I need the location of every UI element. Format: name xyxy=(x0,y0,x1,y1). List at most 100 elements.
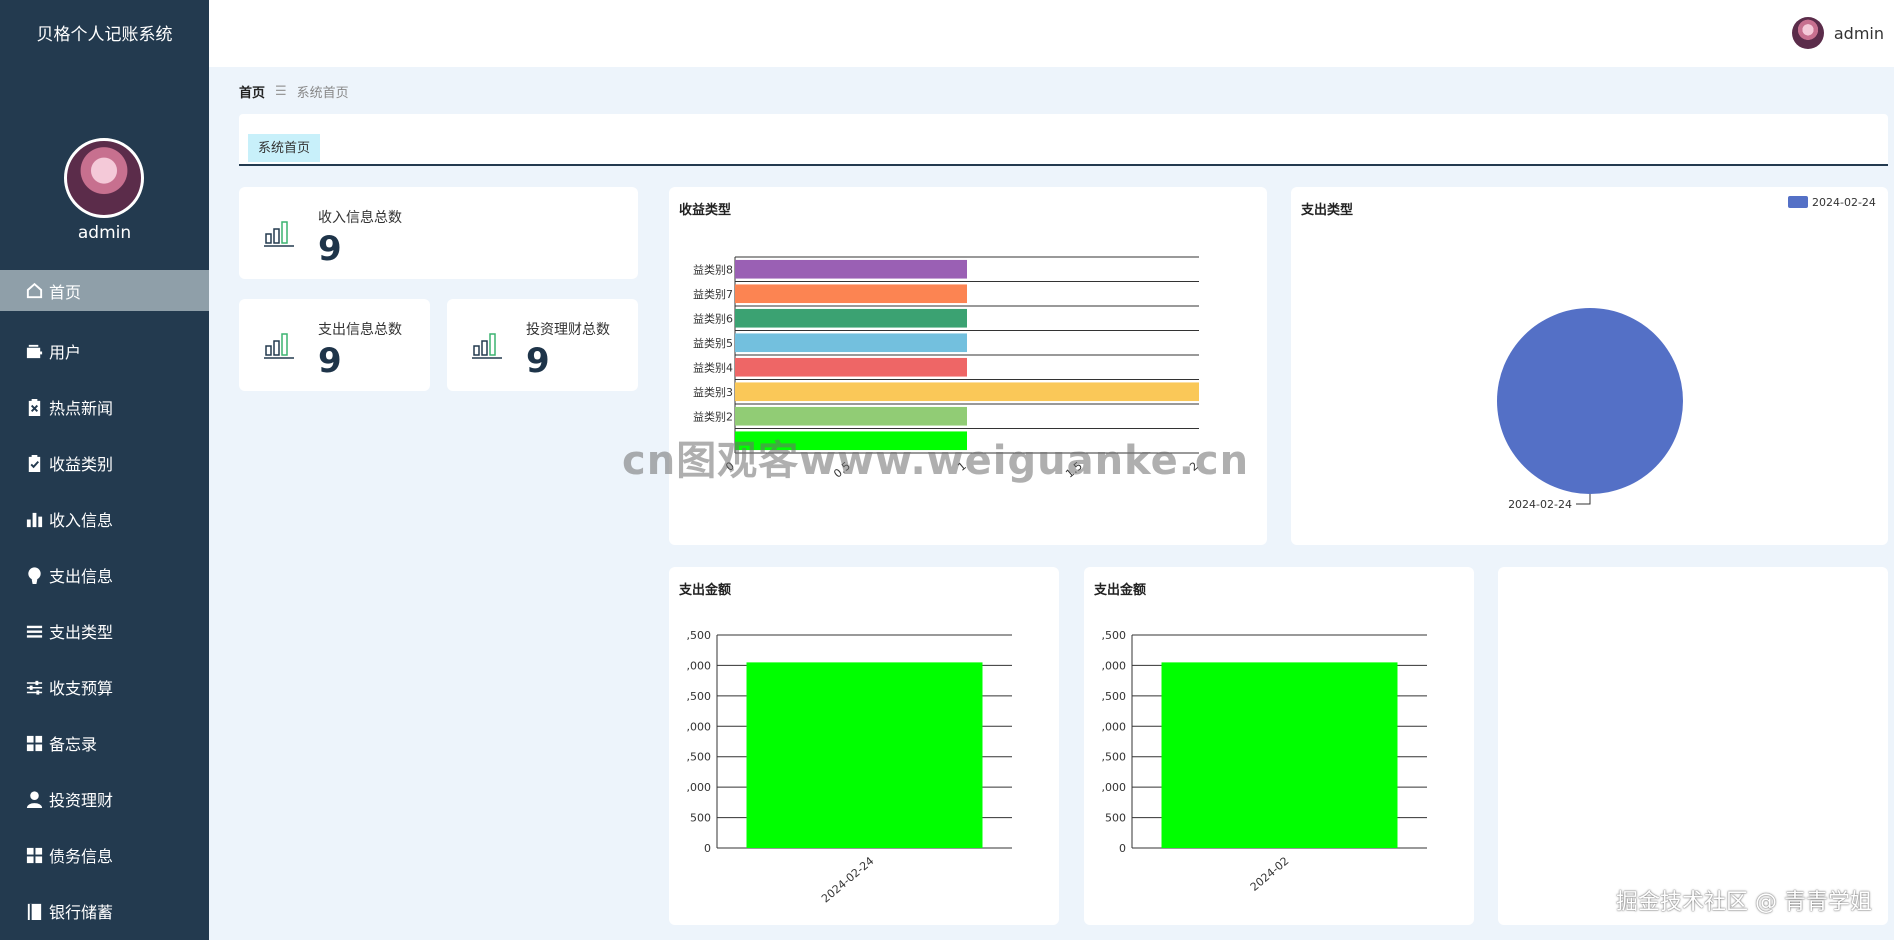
chart-card-expense-type: 支出类型 2024-02-24 2024-02-24 xyxy=(1291,187,1888,545)
sidebar-item-home[interactable]: 首页 xyxy=(0,270,209,311)
sidebar-item-label: 支出类型 xyxy=(49,623,114,642)
tick-label: 500 xyxy=(1105,812,1126,825)
stats-icon xyxy=(264,221,294,247)
sidebar-item-income-category[interactable]: 收益类别 xyxy=(0,435,209,491)
tick-label: 益类别3 xyxy=(693,385,733,399)
chart-card-expense-amount-1: 支出金额 ,500,000,500,000,500,000 500 0 2024-02… xyxy=(669,567,1059,925)
expense-amount-chart: ,500 ,000 ,500 ,000 ,500 ,000 500 0 2024-02-24 xyxy=(687,629,1012,905)
tick-label: 益类别5 xyxy=(693,336,733,350)
tick-label: 500 xyxy=(690,812,711,825)
list-icon xyxy=(24,621,44,641)
wallet-icon xyxy=(24,341,44,361)
sidebar-avatar xyxy=(64,138,144,218)
stats-icon xyxy=(472,333,502,359)
chart-card-expense-amount-2: 支出金额 ,500,000,500,000,500,000 500 0 2024-02 xyxy=(1084,567,1474,925)
legend-label: 2024-02-24 xyxy=(1812,196,1876,209)
tick-label: 益类别7 xyxy=(693,287,733,301)
grid-icon xyxy=(24,845,44,865)
sidebar-item-investment[interactable]: 投资理财 xyxy=(0,771,209,827)
bar xyxy=(735,382,1199,402)
app-title: 贝格个人记账系统 xyxy=(36,25,173,45)
lightbulb-icon xyxy=(24,565,44,585)
sidebar-item-label: 银行储蓄 xyxy=(49,903,114,922)
stat-label: 投资理财总数 xyxy=(526,322,610,338)
sidebar-item-label: 投资理财 xyxy=(49,791,114,810)
breadcrumb: 首页 ☰ 系统首页 xyxy=(239,82,349,101)
stat-value: 9 xyxy=(318,341,342,381)
tick-label: 2024-02 xyxy=(1248,854,1292,894)
juejin-watermark: 掘金技术社区 @ 青青学姐 xyxy=(1616,890,1872,915)
tick-label: 0 xyxy=(1119,842,1126,855)
breadcrumb-current: 系统首页 xyxy=(296,86,349,101)
tick-label: 益类别4 xyxy=(693,360,733,374)
expense-type-chart: 2024-02-24 2024-02-24 xyxy=(1497,196,1876,511)
sidebar-item-label: 收支预算 xyxy=(49,679,114,698)
header-username: admin xyxy=(1833,23,1884,43)
expense-amount-chart: ,500 ,000 ,500 ,000 ,500 ,000 500 0 2024-02 xyxy=(1102,629,1427,894)
sidebar-item-income-info[interactable]: 收入信息 xyxy=(0,491,209,547)
tick-label: ,000 xyxy=(687,720,712,733)
bar xyxy=(735,357,967,377)
sidebar-item-user[interactable]: 用户 xyxy=(0,323,209,379)
tick-label: 益类别8 xyxy=(693,262,733,276)
stats-icon xyxy=(264,333,294,359)
tick-label: 益类别2 xyxy=(693,409,733,423)
sidebar-item-budget[interactable]: 收支预算 xyxy=(0,659,209,715)
top-bar: admin xyxy=(209,0,1894,67)
bar xyxy=(746,662,983,848)
stat-label: 收入信息总数 xyxy=(318,210,402,226)
tick-label: ,000 xyxy=(1102,659,1127,672)
user-icon xyxy=(24,789,44,809)
bar-chart-icon xyxy=(24,509,44,529)
stat-value: 9 xyxy=(526,341,550,381)
sidebar-item-label: 收入信息 xyxy=(49,511,114,530)
sidebar-item-debt[interactable]: 债务信息 xyxy=(0,827,209,883)
sidebar-username: admin xyxy=(77,223,132,243)
home-icon xyxy=(24,281,44,301)
clipboard-x-icon xyxy=(24,397,44,417)
sidebar-item-label: 支出信息 xyxy=(49,567,114,586)
sidebar-menu: 首页 用户 热点新闻 收益类别 收入信息 支出信息 支出类型 收支预算 备忘录 … xyxy=(0,270,209,939)
bar xyxy=(735,333,967,353)
tick-label: ,500 xyxy=(687,690,712,703)
tick-label: ,500 xyxy=(1102,690,1127,703)
chart-card-income-type: 收益类型 益类别2 益类别3 益类别4 益类别5 益类别6 益类别7 益类别8 0 0.5 1 1.… xyxy=(669,187,1267,545)
sidebar-item-savings[interactable]: 银行储蓄 xyxy=(0,883,209,939)
sidebar: 贝格个人记账系统 admin 首页 用户 热点新闻 收益类别 收入信息 支出信息 xyxy=(0,0,209,940)
tick-label: 益类别6 xyxy=(693,311,733,325)
breadcrumb-home[interactable]: 首页 xyxy=(239,82,265,101)
stat-card-expense: 支出信息总数 9 xyxy=(239,299,430,391)
stat-label: 支出信息总数 xyxy=(318,322,402,338)
tick-label: 0 xyxy=(704,842,711,855)
clipboard-check-icon xyxy=(24,453,44,473)
label-line xyxy=(1576,494,1591,505)
tick-label: ,500 xyxy=(1102,751,1127,764)
sidebar-item-label: 备忘录 xyxy=(49,735,98,754)
pie-slice xyxy=(1497,308,1683,494)
legend-swatch xyxy=(1788,196,1808,208)
tick-label: ,500 xyxy=(687,629,712,642)
avatar xyxy=(1791,17,1824,49)
breadcrumb-separator: ☰ xyxy=(275,84,287,99)
tab-system-home[interactable]: 系统首页 xyxy=(248,134,321,162)
sidebar-item-hot-news[interactable]: 热点新闻 xyxy=(0,379,209,435)
bar xyxy=(735,284,967,304)
tick-label: ,000 xyxy=(687,781,712,794)
tick-label: ,000 xyxy=(1102,781,1127,794)
tick-label: ,000 xyxy=(1102,720,1127,733)
sidebar-item-label: 收益类别 xyxy=(49,455,114,474)
empty-card xyxy=(1498,567,1888,925)
tick-label: ,000 xyxy=(687,659,712,672)
user-menu[interactable]: admin xyxy=(1791,17,1884,49)
grid-icon xyxy=(24,733,44,753)
tick-label: ,500 xyxy=(687,751,712,764)
sliders-icon xyxy=(24,677,44,697)
tab-bar: 系统首页 xyxy=(239,114,1888,166)
sidebar-item-label: 首页 xyxy=(49,282,82,302)
sidebar-item-expense-type[interactable]: 支出类型 xyxy=(0,603,209,659)
sidebar-item-memo[interactable]: 备忘录 xyxy=(0,715,209,771)
tick-label: ,500 xyxy=(1102,629,1127,642)
sidebar-item-expense-info[interactable]: 支出信息 xyxy=(0,547,209,603)
stat-value: 9 xyxy=(318,229,342,269)
bar xyxy=(735,308,967,328)
